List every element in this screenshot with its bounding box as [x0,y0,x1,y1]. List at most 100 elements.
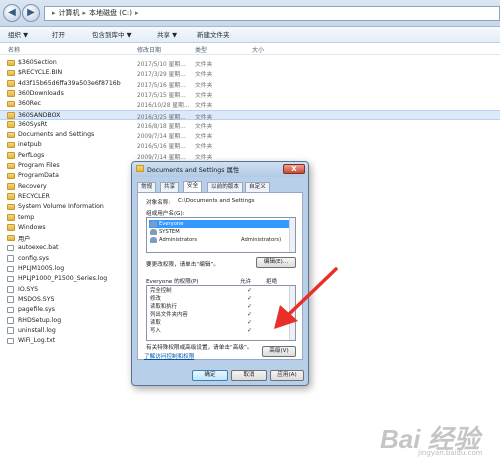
file-icon [7,255,14,262]
folder-row[interactable]: 360SANDBOX 2016/3/25 星期... 文件夹 [0,109,500,121]
column-name[interactable]: 名称 [8,45,20,54]
item-name: uninstall.log [18,326,56,334]
item-name: 4d3f15b65d6ffa39a503e6f8716b [18,79,121,87]
file-icon [7,265,14,272]
item-name: IO.SYS [18,285,39,293]
item-date: 2017/5/10 星期... [137,62,186,68]
share-menu[interactable]: 共享 ▼ [157,30,177,40]
folder-row[interactable]: 360SysRt 2016/8/18 星期... 文件夹 [0,120,500,130]
close-button[interactable]: X [283,164,305,174]
address-input[interactable]: ▸ 计算机 ▸ 本地磁盘 (C:) ▸ [44,6,500,21]
folder-icon [7,59,15,66]
red-arrow-icon [274,267,338,329]
item-date: 2017/5/16 星期... [137,82,186,89]
address-sep-icon: ▸ [52,9,56,17]
folder-icon [7,183,15,190]
folder-row[interactable]: $RECYCLE.BIN 2017/3/29 星期... 文件夹 [0,68,500,78]
folder-icon [7,203,15,211]
cancel-button[interactable]: 取消 [231,370,267,381]
permission-name: 读取和执行 [150,304,177,310]
folder-row[interactable]: 360Downloads 2017/5/15 星期... 文件夹 [0,89,500,99]
folder-row[interactable]: $360Section 2017/5/10 星期... 文件夹 [0,58,500,68]
dialog-titlebar[interactable]: Documents and Settings 属性 X [132,162,308,177]
item-name: WiFi_Log.txt [18,337,56,345]
folder-row[interactable]: 4d3f15b65d6ffa39a503e6f8716b 2017/5/16 星期… [0,79,500,89]
item-name: HPLJP1000_P1500_Series.log [18,275,108,283]
item-type: 文件夹 [195,103,213,110]
permissions-header: Everyone 的权限(P) [146,279,199,285]
baidu-watermark: Bai 经验 jingyan.baidu.com [380,419,492,459]
item-name: config.sys [18,254,50,262]
folder-icon [7,90,15,97]
permission-name: 写入 [150,328,161,334]
item-name: inetpub [18,141,42,149]
folder-row[interactable]: 360Rec 2016/10/28 星期... 文件夹 [0,99,500,109]
organize-menu[interactable]: 组织 ▼ [8,30,28,40]
folder-icon [7,224,15,231]
allow-check-icon: ✓ [247,287,253,294]
user-group-icon [150,221,157,227]
allow-check-icon: ✓ [247,311,253,318]
user-name: Everyone [159,221,184,227]
item-name: Recovery [18,182,47,190]
tab-general[interactable]: 常规 [137,182,157,192]
tab-sharing[interactable]: 共享 [160,182,180,192]
advanced-button[interactable]: 高级(V) [262,346,296,357]
permission-name: 完全控制 [150,288,172,294]
column-size[interactable]: 大小 [252,45,264,54]
user-group-icon [150,229,157,235]
folder-icon [7,162,15,169]
apply-button[interactable]: 应用(A) [270,370,304,381]
item-name: PerfLogs [18,151,45,159]
column-header: 名称 修改日期 类型 大小 [0,43,500,55]
item-type: 文件夹 [195,62,213,68]
item-name: MSDOS.SYS [18,295,55,303]
item-date: 2016/8/18 星期... [137,123,186,130]
user-item-everyone[interactable]: Everyone [149,220,293,228]
item-type: 文件夹 [195,82,213,89]
folder-icon [7,131,15,139]
forward-button[interactable]: ▶ [22,4,40,22]
user-item-system[interactable]: SYSTEM [149,228,293,236]
item-date: 2017/5/15 星期... [137,92,186,99]
back-button[interactable]: ◀ [3,4,21,22]
permission-row: 读取和执行 ✓ [150,303,290,311]
change-permission-hint: 要更改权限，请单击“编辑”。 [146,262,219,268]
column-date[interactable]: 修改日期 [137,45,161,54]
folder-icon [7,152,15,159]
column-type[interactable]: 类型 [195,45,207,54]
access-control-help-link[interactable]: 了解访问控制和权限 [144,352,194,360]
address-part-computer[interactable]: 计算机 [59,9,80,17]
address-part-drive[interactable]: 本地磁盘 (C:) [89,9,132,17]
item-name: Documents and Settings [18,131,95,139]
file-icon [7,286,14,293]
folder-row[interactable]: inetpub 2016/5/16 星期... 文件夹 [0,140,500,150]
ok-button[interactable]: 确定 [192,370,228,381]
permission-name: 列出文件夹内容 [150,312,188,318]
item-type: 文件夹 [195,144,213,151]
allow-check-icon: ✓ [247,303,253,310]
item-name: 360SANDBOX [18,111,61,119]
allow-check-icon: ✓ [247,295,253,302]
item-name: ProgramData [18,172,59,180]
folder-row[interactable]: Documents and Settings 2009/7/14 星期... 文件夹 [0,130,500,140]
tab-customize[interactable]: 自定义 [245,182,270,192]
include-library-menu[interactable]: 包含到库中 ▼ [92,30,132,40]
file-icon [7,337,14,345]
users-listbox[interactable]: Everyone SYSTEM Administrators Administr… [146,217,296,253]
permission-row: 写入 ✓ [150,327,290,335]
address-sep-icon: ▸ [134,9,139,17]
permission-row: 列出文件夹内容 ✓ [150,311,290,319]
folder-row[interactable]: PerfLogs 2009/7/14 星期... 文件夹 [0,151,500,161]
folder-icon [7,234,15,242]
new-folder-button[interactable]: 新建文件夹 [197,30,230,40]
user-item-administrators[interactable]: Administrators Administrators) [149,236,293,244]
open-button[interactable]: 打开 [52,30,65,40]
tab-previous-versions[interactable]: 以前的版本 [207,182,243,192]
address-bar-area: ◀ ▶ ▸ 计算机 ▸ 本地磁盘 (C:) ▸ [0,0,500,27]
item-name: pagefile.sys [18,306,55,314]
item-date: 2009/7/14 星期... [137,154,186,161]
users-scrollbar[interactable] [289,218,295,252]
folder-icon [7,193,15,200]
item-date: 2009/7/14 星期... [137,134,186,141]
